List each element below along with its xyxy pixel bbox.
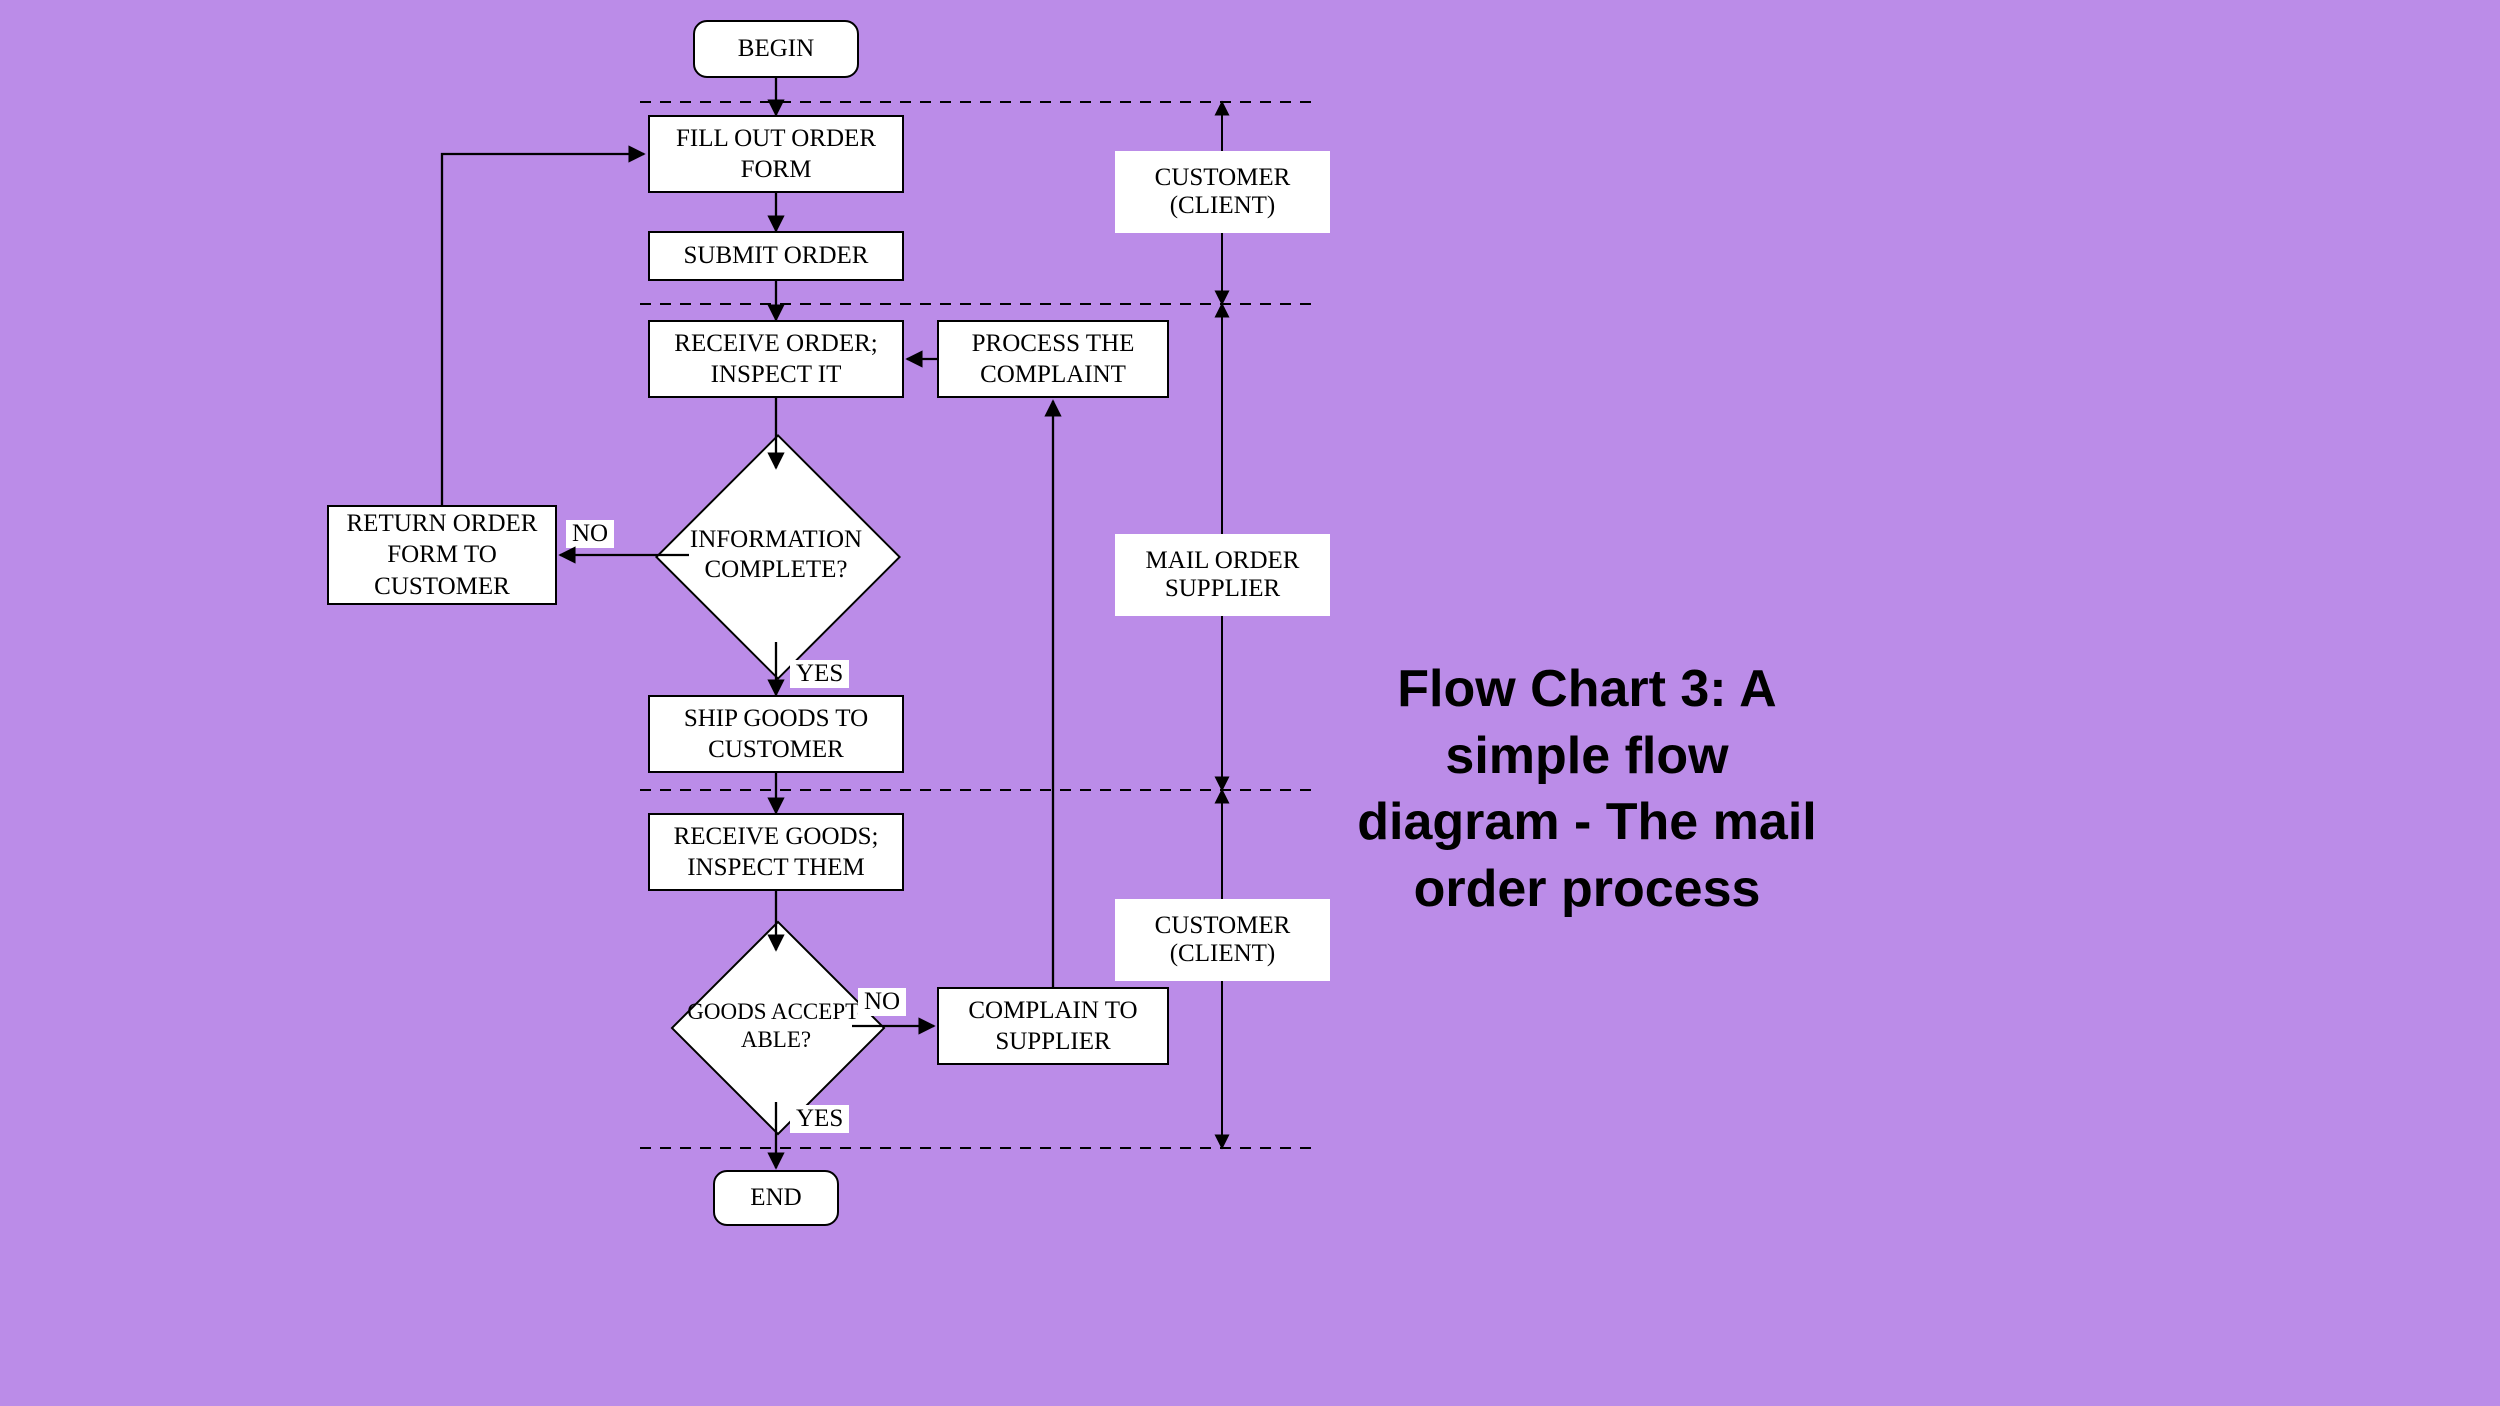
node-goods-acceptable [671, 921, 886, 1136]
lane-customer-bottom: CUSTOMER (CLIENT) [1115, 899, 1330, 981]
node-complain: COMPLAIN TO SUPPLIER [937, 987, 1169, 1065]
lane-supplier: MAIL ORDER SUPPLIER [1115, 534, 1330, 616]
node-end: END [713, 1170, 839, 1226]
node-info-complete [655, 434, 901, 680]
label-no-2: NO [858, 988, 906, 1016]
label-yes-1: YES [790, 660, 849, 688]
node-process-complaint: PROCESS THE COMPLAINT [937, 320, 1169, 398]
lane-customer-top: CUSTOMER (CLIENT) [1115, 151, 1330, 233]
node-ship-goods: SHIP GOODS TO CUSTOMER [648, 695, 904, 773]
label-yes-2: YES [790, 1105, 849, 1133]
node-return-form: RETURN ORDER FORM TO CUSTOMER [327, 505, 557, 605]
node-receive-order: RECEIVE ORDER; INSPECT IT [648, 320, 904, 398]
label-no-1: NO [566, 520, 614, 548]
node-submit: SUBMIT ORDER [648, 231, 904, 281]
figure-caption: Flow Chart 3: A simple flow diagram - Th… [1342, 656, 1832, 922]
node-fill-out: FILL OUT ORDER FORM [648, 115, 904, 193]
node-begin: BEGIN [693, 20, 859, 78]
node-receive-goods: RECEIVE GOODS; INSPECT THEM [648, 813, 904, 891]
